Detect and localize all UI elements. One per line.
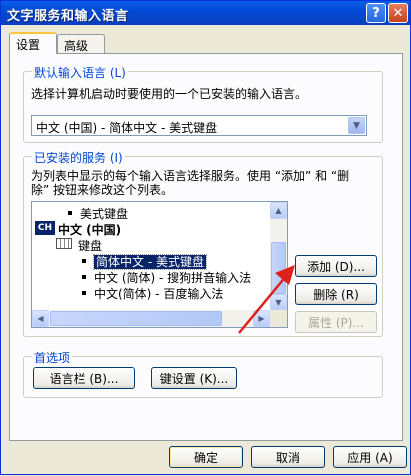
cancel-button[interactable]: 取消 <box>251 446 325 468</box>
dialog-window: 文字服务和输入语言 ? ✕ 高级 设置 默认输入语言 (L) 选择计算机启动时要… <box>0 0 411 475</box>
installed-services-description-1: 为列表中显示的每个输入语言选择服务。使用 “添加” 和 “删 <box>31 169 350 183</box>
default-language-select[interactable]: 中文 (中国) - 简体中文 - 美式键盘 ▼ <box>31 115 367 136</box>
scroll-up-icon[interactable]: ▲ <box>270 202 287 219</box>
tree-language-node[interactable]: 中文 (中国) <box>58 221 121 237</box>
installed-services-group-title: 已安装的服务 (I) <box>32 149 125 166</box>
ok-button[interactable]: 确定 <box>169 446 243 468</box>
default-language-description: 选择计算机启动时要使用的一个已安装的输入语言。 <box>31 87 308 101</box>
key-settings-button[interactable]: 键设置 (K)... <box>151 367 237 389</box>
tab-advanced-label: 高级 <box>64 39 89 53</box>
tree-item[interactable]: 美式键盘 <box>68 205 129 221</box>
apply-button[interactable]: 应用 (A) <box>333 446 407 468</box>
keyboard-icon <box>56 238 72 249</box>
help-button[interactable]: ? <box>366 3 386 23</box>
horizontal-scrollbar[interactable]: ◀ ▶ <box>32 310 270 327</box>
properties-button[interactable]: 属性 (P)... <box>295 311 377 333</box>
chevron-down-icon[interactable]: ▼ <box>348 117 365 134</box>
horizontal-scroll-thumb[interactable] <box>50 311 222 326</box>
tree-item[interactable]: 中文(简体) - 百度输入法 <box>82 285 224 301</box>
scroll-left-icon[interactable]: ◀ <box>32 310 49 327</box>
tab-settings[interactable]: 设置 <box>9 32 57 54</box>
bullet-icon <box>68 211 72 215</box>
help-icon: ? <box>372 5 380 21</box>
title-bar[interactable]: 文字服务和输入语言 ? ✕ <box>1 1 410 25</box>
services-tree[interactable]: 美式键盘 CH 中文 (中国) 键盘 简体中文 - 美式键盘 中文 (简体) -… <box>31 201 288 328</box>
tree-item-selected[interactable]: 简体中文 - 美式键盘 <box>82 253 207 270</box>
bullet-icon <box>82 291 86 295</box>
window-title: 文字服务和输入语言 <box>7 9 129 24</box>
bullet-icon <box>82 259 86 263</box>
default-language-value: 中文 (中国) - 简体中文 - 美式键盘 <box>36 121 218 135</box>
scroll-down-icon[interactable]: ▼ <box>270 294 287 311</box>
vertical-scrollbar[interactable]: ▲ ▼ <box>270 202 287 311</box>
tree-category-node[interactable]: 键盘 <box>78 237 102 253</box>
default-language-group-title: 默认输入语言 (L) <box>32 64 128 81</box>
language-badge-icon: CH <box>35 221 55 235</box>
close-icon: ✕ <box>392 5 404 21</box>
remove-button[interactable]: 删除 (R) <box>295 283 377 305</box>
tree-item-label: 美式键盘 <box>80 207 129 221</box>
bullet-icon <box>82 275 86 279</box>
scroll-right-icon[interactable]: ▶ <box>253 310 270 327</box>
installed-services-description-2: 除” 按钮来修改这个列表。 <box>31 183 174 197</box>
scrollbar-corner <box>270 310 287 327</box>
close-button[interactable]: ✕ <box>388 3 408 23</box>
tree-item-label: 中文(简体) - 百度输入法 <box>94 287 224 301</box>
tab-settings-label: 设置 <box>16 38 41 52</box>
vertical-scroll-thumb[interactable] <box>271 242 286 294</box>
tab-advanced[interactable]: 高级 <box>57 34 105 54</box>
language-bar-button[interactable]: 语言栏 (B)... <box>33 367 135 389</box>
preferences-group-title: 首选项 <box>32 349 73 366</box>
add-button[interactable]: 添加 (D)... <box>295 255 377 277</box>
tree-item-label: 中文 (简体) - 搜狗拼音输入法 <box>94 271 252 285</box>
tree-item[interactable]: 中文 (简体) - 搜狗拼音输入法 <box>82 269 252 285</box>
tree-item-label: 简体中文 - 美式键盘 <box>93 254 207 270</box>
